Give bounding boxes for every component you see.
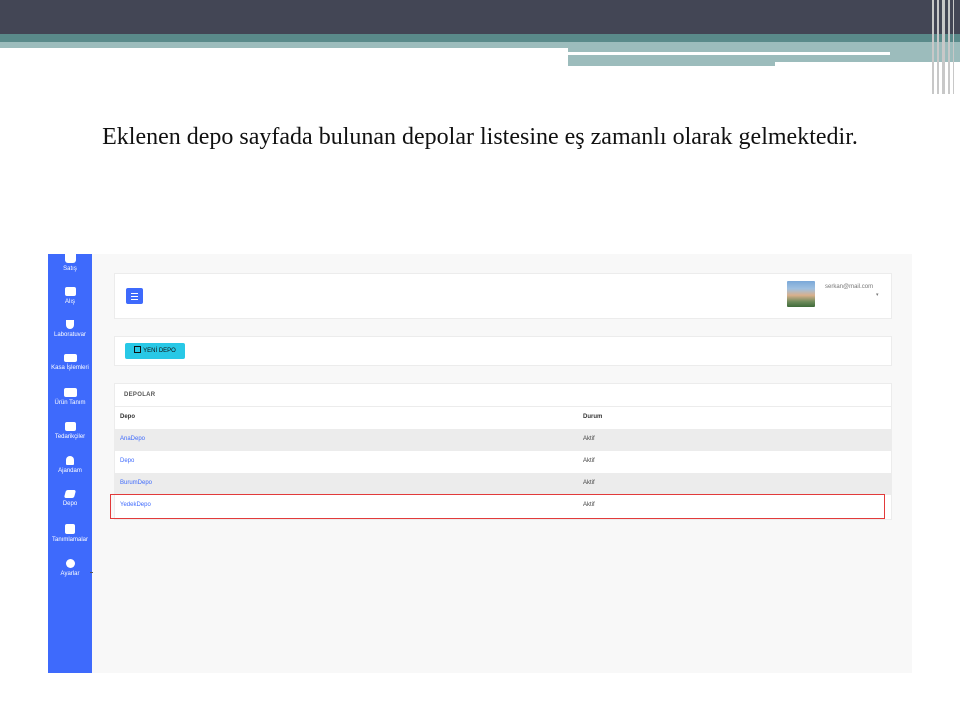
sidebar-item-depo[interactable]: Depo <box>48 490 92 507</box>
slide-accent-bar <box>0 34 960 42</box>
table-row[interactable]: AnaDepo Aktif <box>115 429 891 451</box>
money-icon <box>63 354 77 362</box>
sidebar-item-label: Kasa İşlemleri <box>51 365 89 371</box>
table-row[interactable]: Depo Aktif <box>115 451 891 473</box>
sidebar-item-label: Satış <box>63 266 77 272</box>
depot-name-link[interactable]: Depo <box>120 458 134 464</box>
table-header: Depo Durum <box>115 406 891 430</box>
slide-header-bar <box>0 0 960 34</box>
save-icon <box>134 346 142 353</box>
sidebar-item-label: Tanımlamalar <box>51 537 88 543</box>
sidebar-item-kasa[interactable]: Kasa İşlemleri <box>48 354 92 371</box>
bell-icon <box>66 456 74 465</box>
card-title: DEPOLAR <box>124 392 156 398</box>
app-screenshot: Satış Alış Laboratuvar Kasa İşlemleri Ür… <box>48 254 912 673</box>
truck-icon <box>64 287 76 296</box>
slide-accent-line <box>568 52 890 55</box>
sidebar-item-ajandam[interactable]: Ajandam <box>48 456 92 474</box>
table-row[interactable]: BurumDepo Aktif <box>115 473 891 495</box>
depot-name-link[interactable]: AnaDepo <box>120 436 145 442</box>
sidebar-item-laboratuvar[interactable]: Laboratuvar <box>48 320 92 338</box>
column-header-depo[interactable]: Depo <box>120 414 135 420</box>
slide-accent-bar-light <box>0 42 568 48</box>
action-bar: YENİ DEPO <box>114 336 892 366</box>
user-email[interactable]: serkan@mail.com <box>825 284 873 290</box>
plus-square-icon <box>65 524 75 534</box>
sidebar-item-label: Depo <box>62 501 78 507</box>
dropbox-icon <box>63 490 77 498</box>
sidebar-item-satis[interactable]: Satış <box>48 254 92 272</box>
column-header-durum[interactable]: Durum <box>583 414 602 420</box>
sidebar-collapse-handle[interactable] <box>90 572 93 573</box>
sidebar-item-label: Ürün Tanım <box>54 400 86 406</box>
slide-caption: Eklenen depo sayfada bulunan depolar lis… <box>102 124 858 150</box>
depot-name-link[interactable]: BurumDepo <box>120 480 152 486</box>
hamburger-icon <box>131 293 138 294</box>
depot-status: Aktif <box>583 480 595 486</box>
sidebar: Satış Alış Laboratuvar Kasa İşlemleri Ür… <box>48 254 92 673</box>
new-depot-button[interactable]: YENİ DEPO <box>125 343 185 359</box>
depot-status: Aktif <box>583 458 595 464</box>
truck-icon <box>64 422 76 431</box>
people-carry-icon <box>63 388 77 397</box>
sidebar-item-label: Tedarikçiler <box>54 434 86 440</box>
sidebar-item-tedarikciler[interactable]: Tedarikçiler <box>48 422 92 440</box>
menu-toggle-button[interactable] <box>126 288 143 304</box>
new-depot-button-label: YENİ DEPO <box>143 348 176 354</box>
flask-icon <box>66 320 74 329</box>
gear-icon <box>65 559 75 568</box>
sidebar-item-urun-tanim[interactable]: Ürün Tanım <box>48 388 92 406</box>
slide-decoration-bars <box>930 0 960 94</box>
sidebar-item-label: Ayarlar <box>60 571 80 577</box>
new-row-highlight <box>110 494 885 519</box>
sidebar-item-alis[interactable]: Alış <box>48 287 92 305</box>
sidebar-item-label: Ajandam <box>58 468 82 474</box>
sidebar-item-tanimlamalar[interactable]: Tanımlamalar <box>48 524 92 543</box>
chevron-down-icon[interactable]: ▾ <box>876 292 879 298</box>
sidebar-item-label: Alış <box>64 299 75 305</box>
depot-status: Aktif <box>583 436 595 442</box>
sidebar-item-ayarlar[interactable]: Ayarlar <box>48 559 92 577</box>
avatar[interactable] <box>787 281 815 307</box>
basket-icon <box>64 254 76 263</box>
top-header: serkan@mail.com ▾ <box>114 273 892 319</box>
sidebar-item-label: Laboratuvar <box>53 332 87 338</box>
